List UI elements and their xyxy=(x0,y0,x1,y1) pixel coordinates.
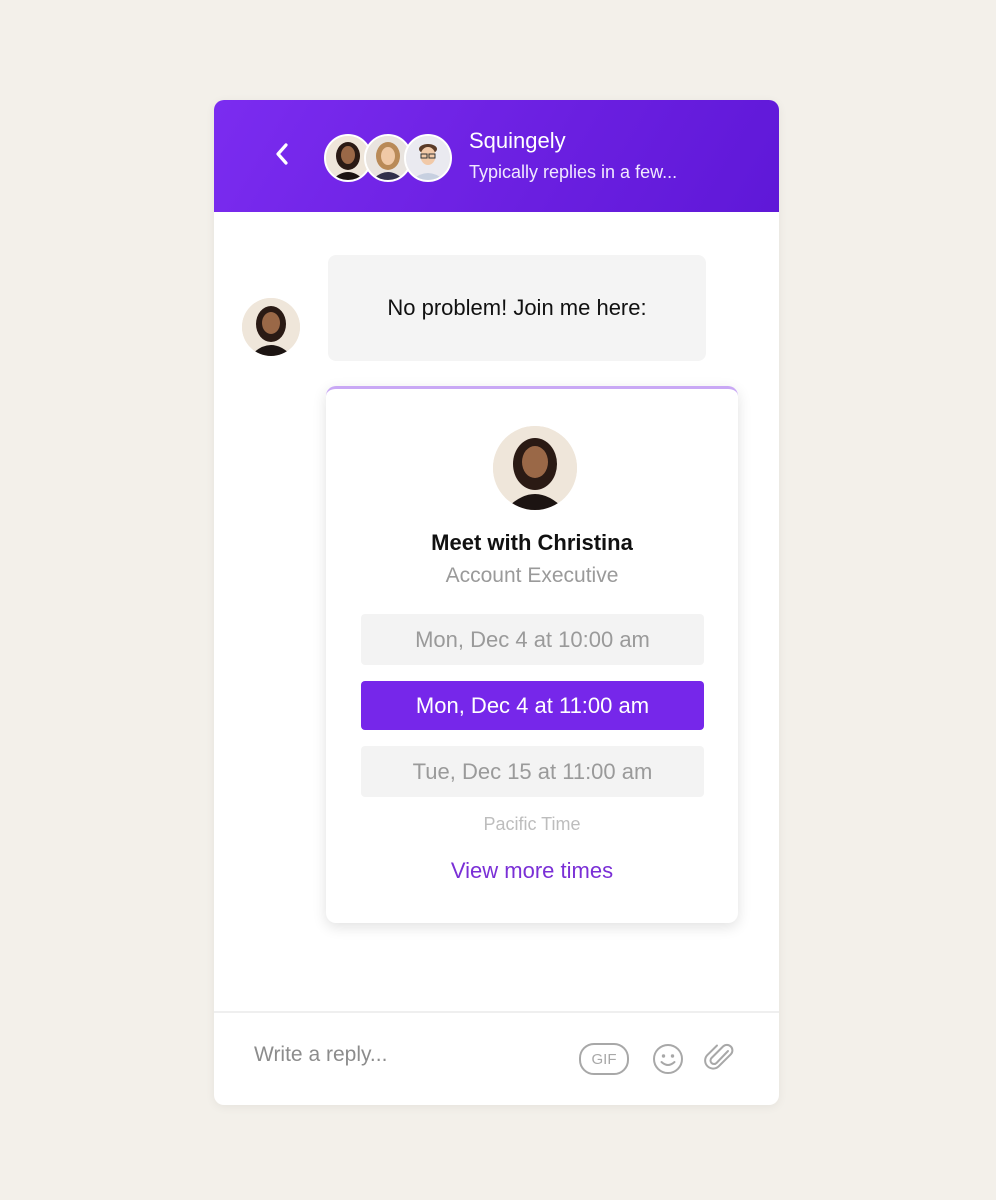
paperclip-icon[interactable] xyxy=(704,1041,736,1075)
chevron-left-icon[interactable] xyxy=(270,138,294,170)
emoji-icon[interactable] xyxy=(652,1043,684,1075)
team-name: Squingely xyxy=(469,128,566,153)
divider xyxy=(214,1011,779,1013)
reply-status: Typically replies in a few... xyxy=(469,162,678,182)
time-slot-option[interactable]: Mon, Dec 4 at 10:00 am xyxy=(361,614,704,665)
message-bubble: No problem! Join me here: xyxy=(328,255,706,361)
chat-header: Squingely Typically replies in a few... xyxy=(214,100,779,212)
team-avatars xyxy=(324,134,454,182)
time-slot-option[interactable]: Tue, Dec 15 at 11:00 am xyxy=(361,746,704,797)
meeting-card: Meet with Christina Account Executive Mo… xyxy=(326,386,738,923)
avatar xyxy=(404,134,452,182)
avatar xyxy=(242,298,300,356)
timezone-label: Pacific Time xyxy=(483,814,581,834)
view-more-times-link[interactable]: View more times xyxy=(326,858,738,884)
reply-input[interactable] xyxy=(254,1043,554,1067)
time-slot-option-selected[interactable]: Mon, Dec 4 at 11:00 am xyxy=(361,681,704,730)
avatar xyxy=(493,426,577,510)
meeting-title: Meet with Christina xyxy=(431,530,633,555)
chat-widget: Squingely Typically replies in a few... … xyxy=(214,100,779,1105)
gif-button[interactable]: GIF xyxy=(579,1043,629,1075)
meeting-subtitle: Account Executive xyxy=(445,564,619,587)
